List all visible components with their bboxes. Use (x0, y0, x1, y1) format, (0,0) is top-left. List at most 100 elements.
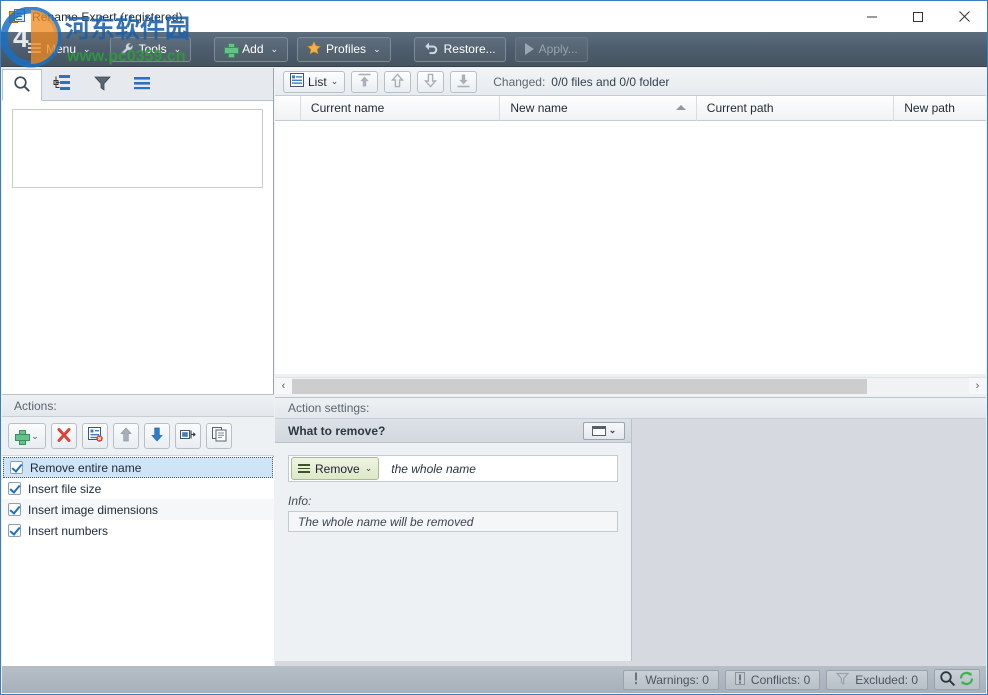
sort-ascending-icon (675, 104, 686, 110)
scroll-right-arrow-icon[interactable]: › (969, 378, 986, 395)
copy-action-button[interactable] (206, 423, 232, 449)
panel-view-button[interactable]: ⌄ (583, 421, 625, 440)
scroll-left-arrow-icon[interactable]: ‹ (275, 378, 292, 395)
changed-label: Changed: (493, 74, 546, 89)
column-new-name[interactable]: New name (500, 95, 697, 121)
apply-button-label: Apply... (538, 42, 578, 56)
scrollbar-track[interactable] (292, 377, 969, 395)
tools-button[interactable]: Tools ⌄ (109, 36, 192, 62)
add-action-button[interactable]: ⌄ (8, 423, 46, 449)
close-button[interactable] (941, 1, 987, 32)
view-mode-button[interactable]: List ⌄ (283, 70, 346, 93)
chevron-down-icon: ⌄ (373, 43, 381, 54)
list-toolbar: List ⌄ Changed: 0/0 files and 0/0 folder (275, 68, 986, 96)
status-badge-excluded[interactable]: Excluded: 0 (826, 669, 928, 690)
refresh-button[interactable] (958, 670, 975, 690)
changed-value: 0/0 files and 0/0 folder (551, 74, 670, 89)
restore-button-label: Restore... (443, 42, 496, 56)
sidebar-tab-filter[interactable] (82, 68, 122, 100)
restore-button[interactable]: Restore... (413, 36, 506, 62)
column-header-label: New name (510, 101, 568, 115)
tools-button-label: Tools (138, 42, 167, 56)
checkbox-checked-icon[interactable] (8, 524, 21, 537)
menu-button-label: Menu (46, 42, 77, 56)
column-current-name[interactable]: Current name (301, 95, 501, 121)
chevron-down-icon: ⌄ (31, 430, 39, 441)
clear-actions-button[interactable] (82, 423, 108, 449)
column-spacer (275, 95, 301, 121)
column-header-label: Current path (706, 101, 774, 115)
remove-mode-dropdown[interactable]: Remove ⌄ (291, 457, 380, 480)
list-item[interactable]: Insert image dimensions (2, 499, 274, 520)
window-title: Rename Expert (registered) (32, 9, 183, 24)
actions-list: Remove entire name Insert file size Inse… (2, 457, 274, 666)
delete-action-button[interactable] (51, 423, 77, 449)
minimize-button[interactable] (849, 1, 895, 32)
window-controls (849, 1, 987, 32)
chevron-down-icon: ⌄ (330, 76, 339, 86)
scrollbar-thumb[interactable] (292, 378, 868, 394)
action-settings-body: What to remove? ⌄ Remove ⌄ the whole nam… (275, 419, 986, 666)
action-item-label: Insert image dimensions (28, 502, 159, 517)
move-action-up-button[interactable] (113, 423, 139, 449)
arrow-down-icon (150, 427, 164, 445)
arrow-up-icon (390, 72, 405, 91)
filter-icon (93, 75, 111, 95)
checkbox-checked-icon[interactable] (8, 503, 21, 516)
copy-icon (211, 427, 227, 445)
menu-button[interactable]: Menu ⌄ (18, 37, 101, 62)
column-new-path[interactable]: New path (894, 96, 986, 121)
move-action-down-button[interactable] (144, 423, 170, 449)
status-icon-buttons (934, 669, 980, 690)
folder-tree-box[interactable] (12, 109, 263, 188)
horizontal-scrollbar[interactable]: ‹ › (275, 377, 986, 395)
hamburger-icon (298, 464, 310, 473)
move-up-button[interactable] (384, 70, 412, 93)
add-button[interactable]: Add ⌄ (214, 36, 289, 62)
action-item-label: Remove entire name (30, 460, 142, 475)
move-top-button[interactable] (351, 70, 379, 93)
play-icon (524, 43, 534, 55)
chevron-down-icon: ⌄ (173, 43, 182, 54)
status-badge-warnings[interactable]: Warnings: 0 (623, 669, 719, 690)
sidebar-tab-search[interactable] (2, 69, 42, 101)
plus-icon (15, 429, 31, 445)
arrow-top-icon (357, 73, 372, 91)
status-badge-label: Conflicts: 0 (750, 672, 811, 687)
checkbox-checked-icon[interactable] (8, 482, 21, 495)
panel-title-bar: What to remove? ⌄ (275, 419, 631, 443)
profiles-button-label: Profiles (326, 42, 367, 56)
list-column-headers: Current name New name Current path New p… (275, 95, 986, 121)
application-window: Rename Expert (registered) Menu ⌄ Tools … (0, 0, 988, 695)
checkbox-checked-icon[interactable] (10, 461, 23, 474)
window-box-icon (591, 425, 606, 436)
rename-icon (180, 428, 196, 444)
conflict-icon (734, 671, 745, 688)
list-view-icon (290, 73, 304, 90)
remove-mode-label: Remove (315, 461, 360, 476)
search-button[interactable] (939, 670, 956, 690)
status-badge-label: Warnings: 0 (645, 672, 709, 687)
plus-icon (224, 42, 240, 58)
menu-icon (28, 42, 41, 56)
app-window-icon (9, 8, 25, 25)
sidebar-tab-tree[interactable] (42, 68, 82, 100)
status-bar: Warnings: 0 Conflicts: 0 Excluded: 0 (2, 666, 986, 693)
rename-action-button[interactable] (175, 423, 201, 449)
tree-icon (53, 75, 71, 94)
add-button-label: Add (242, 42, 264, 56)
status-badge-conflicts[interactable]: Conflicts: 0 (724, 669, 821, 690)
apply-button[interactable]: Apply... (514, 36, 588, 62)
profiles-button[interactable]: Profiles ⌄ (297, 36, 391, 62)
maximize-button[interactable] (895, 1, 941, 32)
sidebar-tab-list[interactable] (122, 68, 162, 100)
column-current-path[interactable]: Current path (697, 95, 895, 121)
list-item[interactable]: Remove entire name (3, 457, 273, 478)
list-item[interactable]: Insert numbers (2, 520, 274, 541)
list-item[interactable]: Insert file size (2, 478, 274, 499)
move-bottom-button[interactable] (450, 70, 478, 93)
undo-icon (424, 41, 439, 57)
file-list-body[interactable] (275, 121, 986, 374)
move-down-button[interactable] (417, 70, 445, 93)
info-box: The whole name will be removed (288, 511, 618, 532)
